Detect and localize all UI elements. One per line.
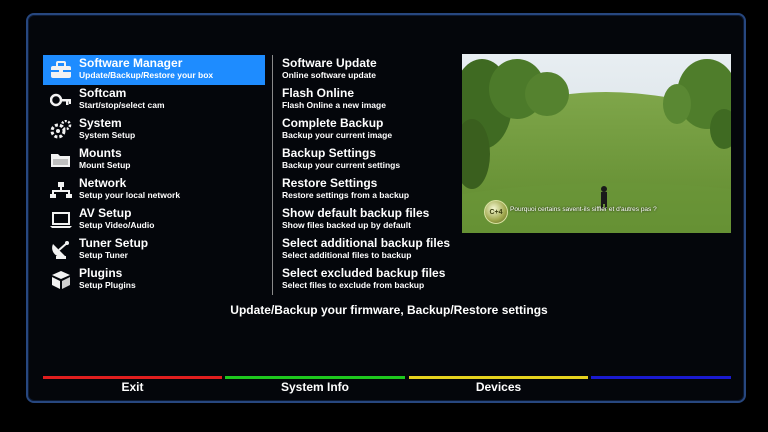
submenu-item-subtitle: Show files backed up by default	[282, 220, 411, 230]
menu-item-subtitle: Update/Backup/Restore your box	[79, 70, 214, 80]
menu-item-subtitle: System Setup	[79, 130, 136, 140]
menu-item-subtitle: Setup Plugins	[79, 280, 136, 290]
menu-divider	[272, 55, 273, 295]
green-button-bar[interactable]	[225, 376, 405, 379]
submenu: Software Update Online software update F…	[282, 55, 457, 295]
menu-item-title: Mounts	[79, 146, 122, 160]
submenu-item-restore-settings[interactable]: Restore Settings Restore settings from a…	[282, 175, 457, 205]
submenu-item-subtitle: Online software update	[282, 70, 376, 80]
satellite-dish-icon	[49, 239, 73, 261]
submenu-item-flash-online[interactable]: Flash Online Flash Online a new image	[282, 85, 457, 115]
menu-item-subtitle: Setup your local network	[79, 190, 181, 200]
exit-button[interactable]: Exit	[43, 380, 222, 394]
submenu-item-subtitle: Backup your current settings	[282, 160, 401, 170]
submenu-item-title: Backup Settings	[282, 146, 377, 160]
submenu-item-subtitle: Select additional files to backup	[282, 250, 412, 260]
submenu-item-select-excluded-backup-files[interactable]: Select excluded backup files Select file…	[282, 265, 457, 295]
menu-item-title: Tuner Setup	[79, 236, 149, 250]
menu-item-subtitle: Start/stop/select cam	[79, 100, 165, 110]
selection-description: Update/Backup your firmware, Backup/Rest…	[230, 303, 548, 317]
menu-item-av-setup[interactable]: AV Setup Setup Video/Audio	[43, 205, 265, 235]
laptop-icon	[49, 209, 73, 231]
key-icon	[49, 89, 73, 111]
submenu-item-backup-settings[interactable]: Backup Settings Backup your current sett…	[282, 145, 457, 175]
submenu-item-subtitle: Backup your current image	[282, 130, 393, 140]
menu-item-title: System	[79, 116, 122, 130]
menu-item-title: Network	[79, 176, 127, 190]
menu-item-plugins[interactable]: Plugins Setup Plugins	[43, 265, 265, 295]
main-menu: Software Manager Update/Backup/Restore y…	[43, 55, 265, 295]
tv-subtitle: Pourquoi certains savent-ils siffler et …	[510, 206, 657, 213]
red-button-bar[interactable]	[43, 376, 222, 379]
menu-item-tuner-setup[interactable]: Tuner Setup Setup Tuner	[43, 235, 265, 265]
menu-item-subtitle: Mount Setup	[79, 160, 131, 170]
menu-item-title: Softcam	[79, 86, 127, 100]
tv-preview: C+4 Pourquoi certains savent-ils siffler…	[462, 54, 731, 233]
menu-item-title: AV Setup	[79, 206, 132, 220]
menu-item-network[interactable]: Network Setup your local network	[43, 175, 265, 205]
submenu-item-title: Select excluded backup files	[282, 266, 446, 280]
menu-item-title: Plugins	[79, 266, 123, 280]
submenu-item-show-default-backup-files[interactable]: Show default backup files Show files bac…	[282, 205, 457, 235]
submenu-item-title: Software Update	[282, 56, 377, 70]
submenu-item-title: Complete Backup	[282, 116, 384, 130]
submenu-item-subtitle: Restore settings from a backup	[282, 190, 410, 200]
submenu-item-title: Show default backup files	[282, 206, 430, 220]
menu-item-subtitle: Setup Tuner	[79, 250, 128, 260]
submenu-item-title: Select additional backup files	[282, 236, 451, 250]
submenu-item-select-additional-backup-files[interactable]: Select additional backup files Select ad…	[282, 235, 457, 265]
puzzle-boxes-icon	[49, 269, 73, 291]
submenu-item-complete-backup[interactable]: Complete Backup Backup your current imag…	[282, 115, 457, 145]
gears-icon	[49, 119, 73, 141]
menu-item-softcam[interactable]: Softcam Start/stop/select cam	[43, 85, 265, 115]
toolbox-icon	[49, 59, 73, 81]
menu-item-software-manager[interactable]: Software Manager Update/Backup/Restore y…	[43, 55, 265, 85]
menu-item-mounts[interactable]: Mounts Mount Setup	[43, 145, 265, 175]
system-info-button[interactable]: System Info	[225, 380, 405, 394]
submenu-item-software-update[interactable]: Software Update Online software update	[282, 55, 457, 85]
menu-item-subtitle: Setup Video/Audio	[79, 220, 155, 230]
yellow-button-bar[interactable]	[409, 376, 588, 379]
menu-item-system[interactable]: System System Setup	[43, 115, 265, 145]
submenu-item-subtitle: Flash Online a new image	[282, 100, 386, 110]
menu-item-title: Software Manager	[79, 56, 183, 70]
submenu-item-subtitle: Select files to exclude from backup	[282, 280, 425, 290]
blue-button-bar[interactable]	[591, 376, 731, 379]
submenu-item-title: Restore Settings	[282, 176, 378, 190]
submenu-item-title: Flash Online	[282, 86, 355, 100]
devices-button[interactable]: Devices	[409, 380, 588, 394]
channel-logo: C+4	[484, 200, 508, 224]
network-icon	[49, 179, 73, 201]
folder-icon	[49, 149, 73, 171]
